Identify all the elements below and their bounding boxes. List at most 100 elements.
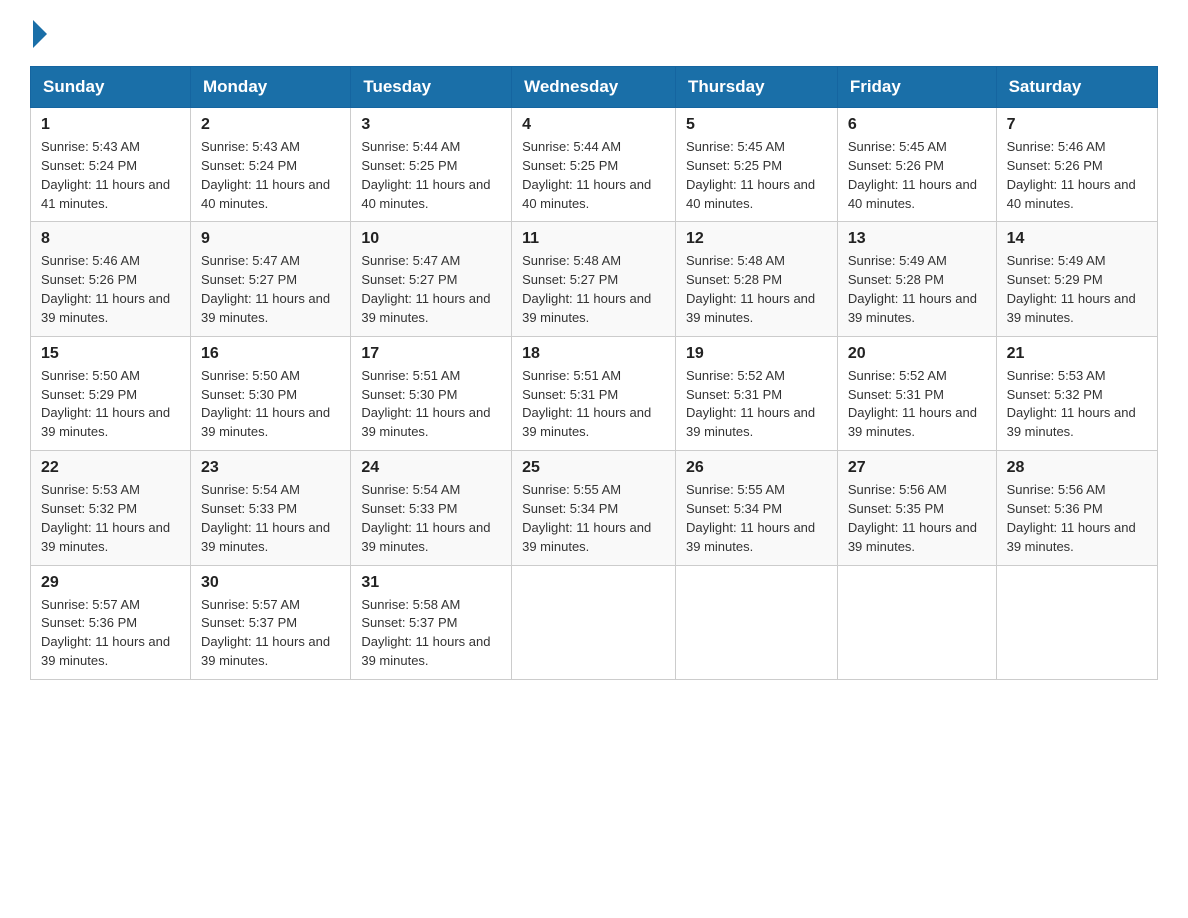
day-info: Sunrise: 5:43 AMSunset: 5:24 PMDaylight:…	[201, 138, 340, 213]
day-info: Sunrise: 5:44 AMSunset: 5:25 PMDaylight:…	[522, 138, 665, 213]
calendar-cell: 24 Sunrise: 5:54 AMSunset: 5:33 PMDaylig…	[351, 451, 512, 565]
calendar-cell: 13 Sunrise: 5:49 AMSunset: 5:28 PMDaylig…	[837, 222, 996, 336]
day-number: 9	[201, 230, 340, 248]
calendar-cell: 18 Sunrise: 5:51 AMSunset: 5:31 PMDaylig…	[512, 336, 676, 450]
day-number: 1	[41, 116, 180, 134]
day-info: Sunrise: 5:58 AMSunset: 5:37 PMDaylight:…	[361, 596, 501, 671]
day-number: 4	[522, 116, 665, 134]
day-number: 3	[361, 116, 501, 134]
day-info: Sunrise: 5:56 AMSunset: 5:36 PMDaylight:…	[1007, 481, 1147, 556]
day-number: 19	[686, 345, 827, 363]
day-number: 7	[1007, 116, 1147, 134]
calendar-cell: 15 Sunrise: 5:50 AMSunset: 5:29 PMDaylig…	[31, 336, 191, 450]
day-number: 15	[41, 345, 180, 363]
day-info: Sunrise: 5:50 AMSunset: 5:30 PMDaylight:…	[201, 367, 340, 442]
day-number: 18	[522, 345, 665, 363]
calendar-cell: 5 Sunrise: 5:45 AMSunset: 5:25 PMDayligh…	[676, 108, 838, 222]
day-number: 14	[1007, 230, 1147, 248]
calendar-cell	[512, 565, 676, 679]
day-info: Sunrise: 5:53 AMSunset: 5:32 PMDaylight:…	[41, 481, 180, 556]
calendar-header-wednesday: Wednesday	[512, 67, 676, 108]
calendar-cell: 22 Sunrise: 5:53 AMSunset: 5:32 PMDaylig…	[31, 451, 191, 565]
day-info: Sunrise: 5:54 AMSunset: 5:33 PMDaylight:…	[361, 481, 501, 556]
day-number: 8	[41, 230, 180, 248]
calendar-cell: 17 Sunrise: 5:51 AMSunset: 5:30 PMDaylig…	[351, 336, 512, 450]
calendar-cell: 4 Sunrise: 5:44 AMSunset: 5:25 PMDayligh…	[512, 108, 676, 222]
day-number: 30	[201, 574, 340, 592]
day-info: Sunrise: 5:44 AMSunset: 5:25 PMDaylight:…	[361, 138, 501, 213]
calendar-cell: 20 Sunrise: 5:52 AMSunset: 5:31 PMDaylig…	[837, 336, 996, 450]
calendar-week-row: 8 Sunrise: 5:46 AMSunset: 5:26 PMDayligh…	[31, 222, 1158, 336]
day-info: Sunrise: 5:54 AMSunset: 5:33 PMDaylight:…	[201, 481, 340, 556]
day-info: Sunrise: 5:47 AMSunset: 5:27 PMDaylight:…	[361, 252, 501, 327]
day-number: 22	[41, 459, 180, 477]
page-header	[30, 20, 1158, 50]
day-info: Sunrise: 5:57 AMSunset: 5:37 PMDaylight:…	[201, 596, 340, 671]
day-number: 2	[201, 116, 340, 134]
day-info: Sunrise: 5:46 AMSunset: 5:26 PMDaylight:…	[1007, 138, 1147, 213]
day-info: Sunrise: 5:57 AMSunset: 5:36 PMDaylight:…	[41, 596, 180, 671]
calendar-cell: 16 Sunrise: 5:50 AMSunset: 5:30 PMDaylig…	[191, 336, 351, 450]
day-number: 17	[361, 345, 501, 363]
calendar-header-tuesday: Tuesday	[351, 67, 512, 108]
calendar-cell: 7 Sunrise: 5:46 AMSunset: 5:26 PMDayligh…	[996, 108, 1157, 222]
calendar-header-saturday: Saturday	[996, 67, 1157, 108]
day-number: 29	[41, 574, 180, 592]
calendar-cell: 26 Sunrise: 5:55 AMSunset: 5:34 PMDaylig…	[676, 451, 838, 565]
day-info: Sunrise: 5:55 AMSunset: 5:34 PMDaylight:…	[686, 481, 827, 556]
day-info: Sunrise: 5:46 AMSunset: 5:26 PMDaylight:…	[41, 252, 180, 327]
day-number: 5	[686, 116, 827, 134]
calendar-cell: 11 Sunrise: 5:48 AMSunset: 5:27 PMDaylig…	[512, 222, 676, 336]
calendar-cell: 14 Sunrise: 5:49 AMSunset: 5:29 PMDaylig…	[996, 222, 1157, 336]
day-number: 26	[686, 459, 827, 477]
day-number: 12	[686, 230, 827, 248]
day-info: Sunrise: 5:47 AMSunset: 5:27 PMDaylight:…	[201, 252, 340, 327]
calendar-header-thursday: Thursday	[676, 67, 838, 108]
day-number: 28	[1007, 459, 1147, 477]
calendar-week-row: 22 Sunrise: 5:53 AMSunset: 5:32 PMDaylig…	[31, 451, 1158, 565]
calendar-cell: 28 Sunrise: 5:56 AMSunset: 5:36 PMDaylig…	[996, 451, 1157, 565]
calendar-cell: 10 Sunrise: 5:47 AMSunset: 5:27 PMDaylig…	[351, 222, 512, 336]
day-info: Sunrise: 5:49 AMSunset: 5:29 PMDaylight:…	[1007, 252, 1147, 327]
calendar-cell: 25 Sunrise: 5:55 AMSunset: 5:34 PMDaylig…	[512, 451, 676, 565]
calendar-cell: 12 Sunrise: 5:48 AMSunset: 5:28 PMDaylig…	[676, 222, 838, 336]
calendar-header-sunday: Sunday	[31, 67, 191, 108]
logo-top	[30, 20, 47, 50]
day-info: Sunrise: 5:45 AMSunset: 5:26 PMDaylight:…	[848, 138, 986, 213]
logo-triangle-icon	[33, 20, 47, 48]
day-number: 24	[361, 459, 501, 477]
day-number: 10	[361, 230, 501, 248]
calendar-cell: 23 Sunrise: 5:54 AMSunset: 5:33 PMDaylig…	[191, 451, 351, 565]
calendar-cell: 31 Sunrise: 5:58 AMSunset: 5:37 PMDaylig…	[351, 565, 512, 679]
day-number: 16	[201, 345, 340, 363]
calendar-cell: 21 Sunrise: 5:53 AMSunset: 5:32 PMDaylig…	[996, 336, 1157, 450]
day-number: 20	[848, 345, 986, 363]
day-number: 21	[1007, 345, 1147, 363]
calendar-cell: 6 Sunrise: 5:45 AMSunset: 5:26 PMDayligh…	[837, 108, 996, 222]
day-number: 6	[848, 116, 986, 134]
calendar-cell: 19 Sunrise: 5:52 AMSunset: 5:31 PMDaylig…	[676, 336, 838, 450]
day-number: 25	[522, 459, 665, 477]
day-number: 13	[848, 230, 986, 248]
calendar-week-row: 1 Sunrise: 5:43 AMSunset: 5:24 PMDayligh…	[31, 108, 1158, 222]
day-info: Sunrise: 5:52 AMSunset: 5:31 PMDaylight:…	[848, 367, 986, 442]
day-info: Sunrise: 5:48 AMSunset: 5:27 PMDaylight:…	[522, 252, 665, 327]
day-info: Sunrise: 5:45 AMSunset: 5:25 PMDaylight:…	[686, 138, 827, 213]
calendar-cell: 1 Sunrise: 5:43 AMSunset: 5:24 PMDayligh…	[31, 108, 191, 222]
day-info: Sunrise: 5:53 AMSunset: 5:32 PMDaylight:…	[1007, 367, 1147, 442]
calendar-header-row: SundayMondayTuesdayWednesdayThursdayFrid…	[31, 67, 1158, 108]
calendar-header-monday: Monday	[191, 67, 351, 108]
day-number: 11	[522, 230, 665, 248]
day-number: 23	[201, 459, 340, 477]
calendar-header-friday: Friday	[837, 67, 996, 108]
day-number: 31	[361, 574, 501, 592]
calendar-cell: 29 Sunrise: 5:57 AMSunset: 5:36 PMDaylig…	[31, 565, 191, 679]
day-info: Sunrise: 5:52 AMSunset: 5:31 PMDaylight:…	[686, 367, 827, 442]
day-number: 27	[848, 459, 986, 477]
day-info: Sunrise: 5:50 AMSunset: 5:29 PMDaylight:…	[41, 367, 180, 442]
day-info: Sunrise: 5:43 AMSunset: 5:24 PMDaylight:…	[41, 138, 180, 213]
calendar-cell: 8 Sunrise: 5:46 AMSunset: 5:26 PMDayligh…	[31, 222, 191, 336]
calendar-table: SundayMondayTuesdayWednesdayThursdayFrid…	[30, 66, 1158, 680]
day-info: Sunrise: 5:51 AMSunset: 5:30 PMDaylight:…	[361, 367, 501, 442]
calendar-cell	[837, 565, 996, 679]
